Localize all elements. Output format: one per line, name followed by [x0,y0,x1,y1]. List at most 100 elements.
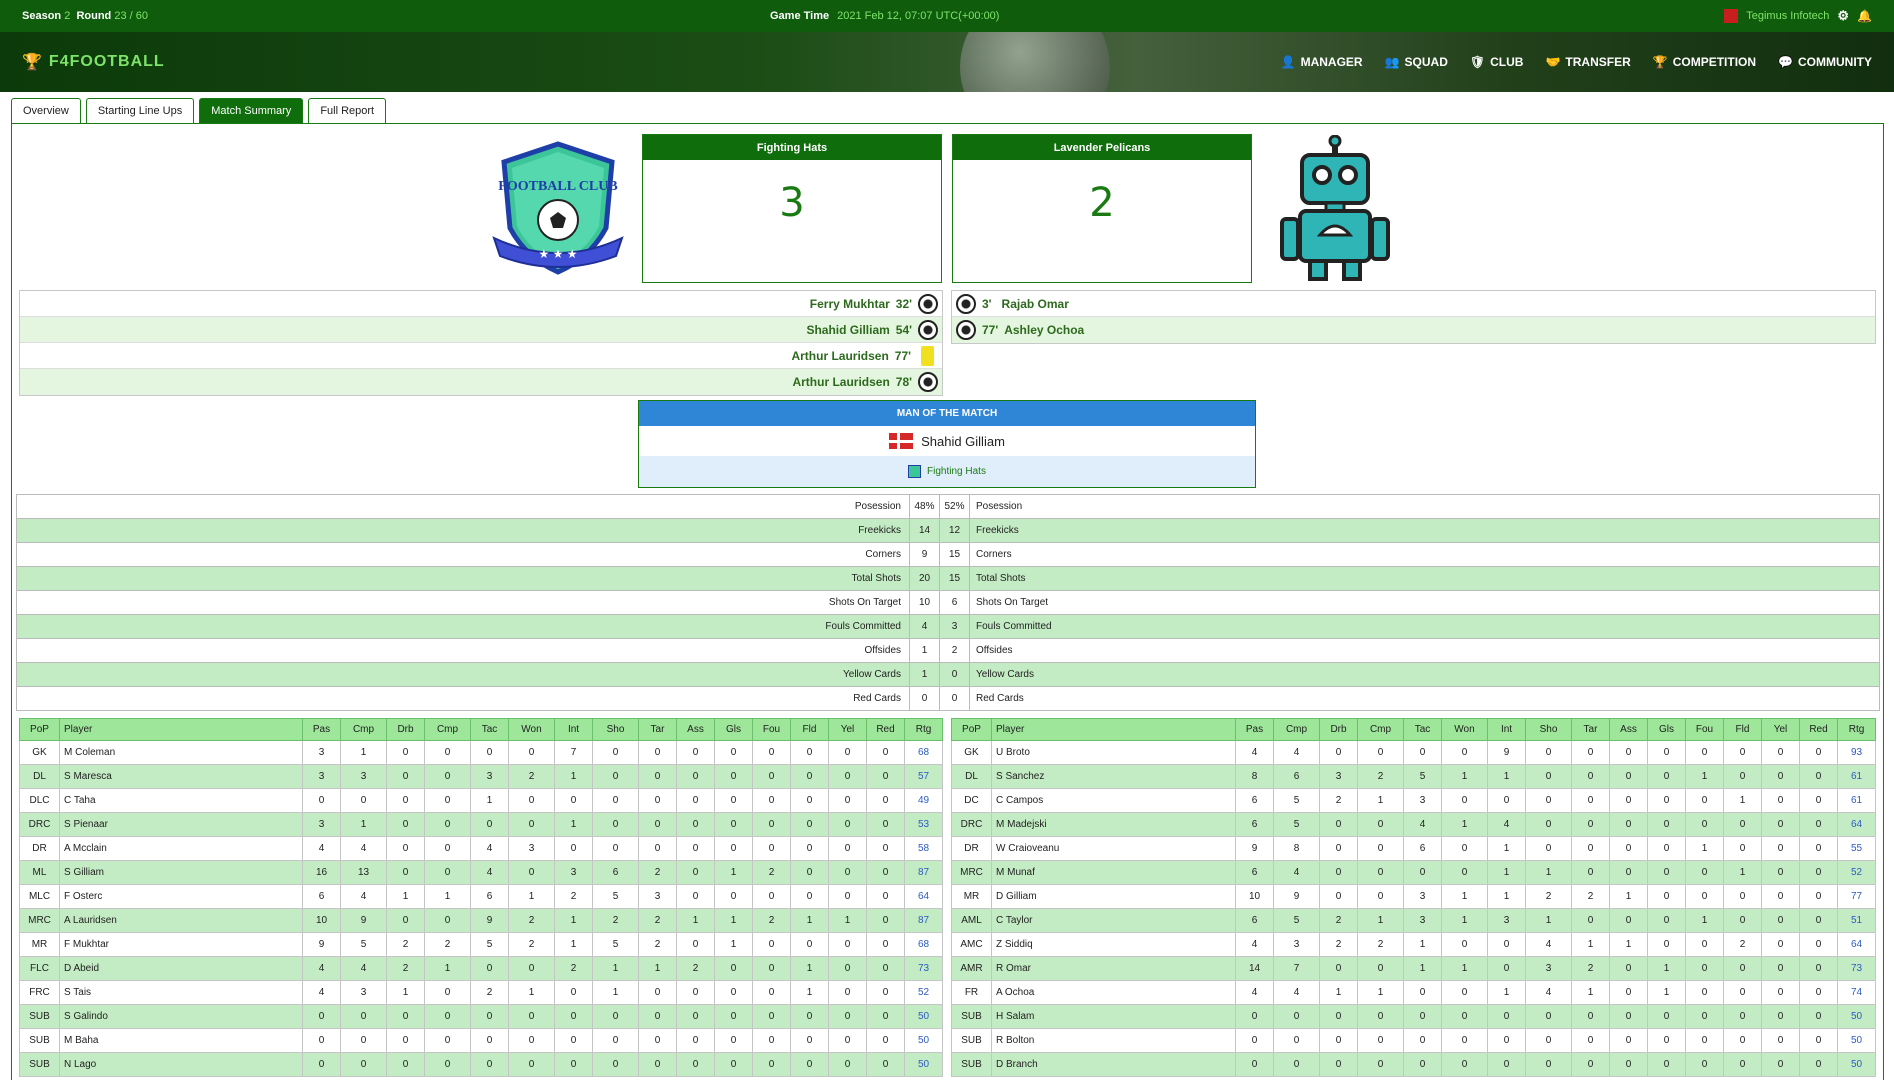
home-team-name[interactable]: Fighting Hats [643,135,941,160]
stat-cell: 0 [752,812,791,837]
nav-club[interactable]: 🛡 CLUB [1470,55,1524,69]
column-header[interactable]: Fou [1685,718,1724,741]
nav-squad[interactable]: 👥 SQUAD [1385,55,1448,69]
column-header[interactable]: Pas [1235,718,1274,741]
site-logo[interactable]: 🏆 F4FOOTBALL [22,52,165,72]
stat-cell: 0 [1487,1004,1526,1029]
column-header[interactable]: Cmp [424,718,471,741]
column-header[interactable]: Rtg [904,718,943,741]
column-header[interactable]: Yel [1761,718,1800,741]
stat-cell: 0 [1647,884,1686,909]
player-name-cell[interactable]: N Lago [59,1052,303,1077]
column-header[interactable]: Cmp [340,718,387,741]
tab-full-report[interactable]: Full Report [308,98,387,123]
event-player[interactable]: Shahid Gilliam [806,323,889,337]
event-player[interactable]: Ferry Mukhtar [810,297,890,311]
column-header[interactable]: Fou [752,718,791,741]
column-header[interactable]: PoP [19,718,60,741]
column-header[interactable]: Cmp [1273,718,1320,741]
player-name-cell[interactable]: D Branch [991,1052,1236,1077]
player-name-cell[interactable]: S Sanchez [991,764,1236,789]
player-name-cell[interactable]: R Bolton [991,1028,1236,1053]
stat-cell: 0 [1487,956,1526,981]
tab-starting-line-ups[interactable]: Starting Line Ups [85,98,195,123]
stat-cell: 9 [1273,884,1320,909]
column-header[interactable]: Sho [1525,718,1572,741]
bell-icon[interactable]: 🔔 [1857,9,1872,23]
away-team-name[interactable]: Lavender Pelicans [953,135,1251,160]
player-name-cell[interactable]: M Coleman [59,740,303,765]
column-header[interactable]: Rtg [1837,718,1876,741]
user-name-link[interactable]: Tegimus Infotech [1746,10,1829,22]
crest-text: FOOTBALL CLUB [498,179,617,194]
column-header[interactable]: Ass [1609,718,1648,741]
column-header[interactable]: Tar [638,718,677,741]
column-header[interactable]: Drb [386,718,425,741]
column-header[interactable]: Fld [1723,718,1762,741]
column-header[interactable]: Int [1487,718,1526,741]
player-name-cell[interactable]: C Taha [59,788,303,813]
player-name-cell[interactable]: M Madejski [991,812,1236,837]
tab-match-summary[interactable]: Match Summary [199,98,304,123]
nav-community[interactable]: 💬 COMMUNITY [1778,55,1872,69]
column-header[interactable]: Won [1441,718,1488,741]
player-name-cell[interactable]: C Campos [991,788,1236,813]
gear-icon[interactable]: ⚙ [1837,8,1849,24]
column-header[interactable]: Gls [1647,718,1686,741]
player-name-cell[interactable]: S Galindo [59,1004,303,1029]
player-name-cell[interactable]: S Pienaar [59,812,303,837]
event-player[interactable]: Arthur Lauridsen [792,375,889,389]
player-name-cell[interactable]: A Lauridsen [59,908,303,933]
column-header[interactable]: Cmp [1357,718,1404,741]
player-name-cell[interactable]: U Broto [991,740,1236,765]
nav-competition[interactable]: 🏆 COMPETITION [1653,55,1756,69]
nav-manager[interactable]: 👤 MANAGER [1281,55,1363,69]
player-name-cell[interactable]: S Tais [59,980,303,1005]
stat-cell: 4 [1273,860,1320,885]
column-header[interactable]: Yel [828,718,867,741]
player-name-cell[interactable]: A Ochoa [991,980,1236,1005]
column-header[interactable]: Won [508,718,555,741]
column-header[interactable]: Fld [790,718,829,741]
column-header[interactable]: PoP [951,718,992,741]
player-name-cell[interactable]: H Salam [991,1004,1236,1029]
motm-player[interactable]: Shahid Gilliam [921,434,1005,449]
stat-cell: 1 [1441,908,1488,933]
player-name-cell[interactable]: M Munaf [991,860,1236,885]
column-header[interactable]: Tac [1403,718,1442,741]
player-name-cell[interactable]: Z Siddiq [991,932,1236,957]
player-name-cell[interactable]: D Abeid [59,956,303,981]
column-header[interactable]: Player [59,718,303,741]
column-header[interactable]: Tar [1571,718,1610,741]
player-name-cell[interactable]: R Omar [991,956,1236,981]
player-name-cell[interactable]: D Gilliam [991,884,1236,909]
tab-overview[interactable]: Overview [11,98,81,123]
player-name-cell[interactable]: W Craioveanu [991,836,1236,861]
nav-transfer[interactable]: 🤝 TRANSFER [1545,55,1630,69]
column-header[interactable]: Gls [714,718,753,741]
player-name-cell[interactable]: S Gilliam [59,860,303,885]
motm-team[interactable]: Fighting Hats [927,466,986,477]
column-header[interactable]: Player [991,718,1236,741]
stat-cell: 0 [1487,1052,1526,1077]
player-name-cell[interactable]: C Taylor [991,908,1236,933]
column-header[interactable]: Drb [1319,718,1358,741]
column-header[interactable]: Sho [592,718,639,741]
player-name-cell[interactable]: F Osterc [59,884,303,909]
trophy-icon: 🏆 [1652,55,1668,69]
event-player[interactable]: Arthur Lauridsen [791,349,888,363]
column-header[interactable]: Red [866,718,905,741]
player-name-cell[interactable]: S Maresca [59,764,303,789]
player-name-cell[interactable]: F Mukhtar [59,932,303,957]
table-row: DR A Mcclain 4 4 0 0 4 3 0 0 0 0 0 0 0 0 0 58 [19,836,943,861]
column-header[interactable]: Ass [676,718,715,741]
event-player[interactable]: Ashley Ochoa [1004,323,1084,337]
column-header[interactable]: Tac [470,718,509,741]
column-header[interactable]: Int [554,718,593,741]
player-name-cell[interactable]: A Mcclain [59,836,303,861]
stat-cell: 1 [676,908,715,933]
column-header[interactable]: Pas [302,718,341,741]
event-player[interactable]: Rajab Omar [1002,297,1069,311]
player-name-cell[interactable]: M Baha [59,1028,303,1053]
column-header[interactable]: Red [1799,718,1838,741]
